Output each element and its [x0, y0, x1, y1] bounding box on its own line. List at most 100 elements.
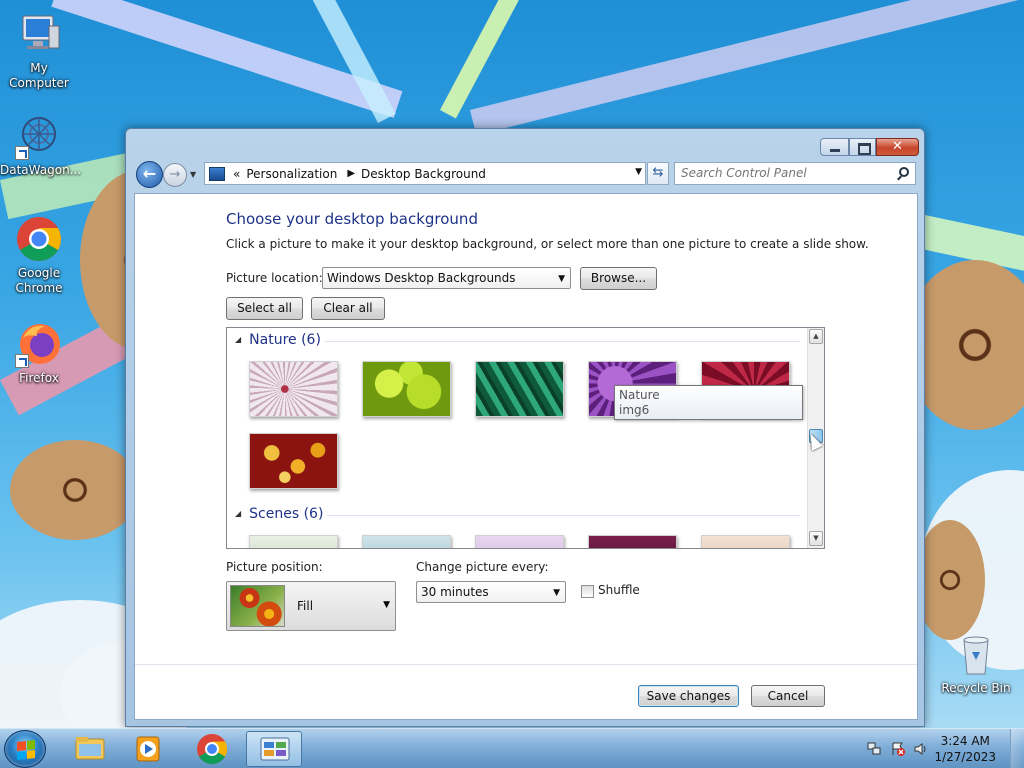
forward-button[interactable]: →: [163, 163, 187, 187]
wallpaper-thumbnail[interactable]: [475, 535, 564, 548]
chrome-icon: [197, 734, 228, 765]
save-changes-button[interactable]: Save changes: [638, 685, 739, 707]
wallpaper-thumbnail[interactable]: [475, 361, 564, 417]
chevron-down-icon: ▼: [558, 274, 565, 284]
picture-location-value: Windows Desktop Backgrounds: [327, 271, 516, 285]
group-name: Nature (6): [249, 332, 321, 348]
shortcut-arrow-icon: [15, 354, 29, 368]
scroll-up-icon: ▲: [813, 332, 819, 340]
address-bar[interactable]: « Personalization ▶ Desktop Background ▼: [204, 162, 646, 185]
desktop-icon-datawagon[interactable]: DataWagon...: [0, 112, 81, 178]
minimize-button[interactable]: [820, 138, 849, 156]
footer-divider: [135, 664, 917, 665]
refresh-button[interactable]: ⇆: [647, 162, 669, 185]
change-interval-value: 30 minutes: [421, 585, 489, 599]
desktop-icon-label: Firefox: [19, 371, 59, 385]
main-content: Choose your desktop background Click a p…: [134, 193, 918, 720]
breadcrumb-personalization[interactable]: Personalization: [246, 167, 337, 181]
firefox-icon: [15, 320, 63, 368]
group-name: Scenes (6): [249, 506, 324, 522]
wallpaper-thumbnail[interactable]: [249, 433, 338, 489]
system-clock[interactable]: 3:24 AM 1/27/2023: [934, 733, 996, 765]
change-interval-select[interactable]: 30 minutes ▼: [416, 581, 566, 603]
computer-icon: [15, 10, 63, 58]
picture-position-value: Fill: [297, 599, 314, 613]
scroll-up-button[interactable]: ▲: [809, 329, 823, 344]
search-input[interactable]: [681, 163, 891, 183]
thumbnail-tooltip: Nature img6: [614, 385, 803, 420]
start-button[interactable]: [4, 730, 46, 768]
close-button[interactable]: ✕: [876, 138, 919, 156]
group-divider: [325, 341, 800, 342]
back-arrow-icon: ←: [142, 164, 157, 183]
picture-position-label: Picture position:: [226, 560, 323, 574]
taskbar-chrome[interactable]: [184, 731, 240, 767]
change-picture-label: Change picture every:: [416, 560, 549, 574]
explorer-icon: [75, 737, 105, 760]
tooltip-filename: img6: [619, 403, 650, 417]
close-icon: ✕: [892, 139, 903, 154]
select-all-button[interactable]: Select all: [226, 297, 303, 320]
page-description: Click a picture to make it your desktop …: [226, 237, 869, 251]
search-icon[interactable]: [899, 167, 909, 177]
chrome-icon: [15, 215, 63, 263]
taskbar: 3:24 AM 1/27/2023: [0, 728, 1024, 768]
breadcrumb-desktop-background[interactable]: Desktop Background: [361, 167, 486, 181]
picture-position-select[interactable]: Fill ▼: [226, 581, 396, 631]
cancel-button[interactable]: Cancel: [751, 685, 825, 707]
breadcrumb-separator-icon[interactable]: ▶: [347, 168, 355, 179]
action-center-icon[interactable]: [891, 742, 905, 756]
group-header-scenes[interactable]: ◢ Scenes (6): [235, 506, 323, 522]
wallpaper-thumbnail[interactable]: [362, 535, 451, 548]
wallpaper-thumbnail[interactable]: [362, 361, 451, 417]
volume-icon[interactable]: [914, 742, 928, 756]
light-ray: [470, 0, 1020, 136]
maximize-button[interactable]: [849, 138, 876, 156]
taskbar-control-panel[interactable]: [246, 731, 302, 767]
taskbar-explorer[interactable]: [62, 731, 118, 767]
browse-button[interactable]: Browse...: [580, 267, 657, 290]
desktop-background-window: ✕ ← → ▼ « Personalization ▶ Desktop Back…: [125, 128, 925, 727]
picture-location-label: Picture location:: [226, 271, 323, 285]
group-divider: [327, 515, 800, 516]
caption-buttons: ✕: [820, 138, 919, 156]
wallpaper-thumbnail[interactable]: [701, 535, 790, 548]
scroll-down-icon: ▼: [813, 534, 819, 542]
desktop-icon-my-computer[interactable]: My Computer: [0, 10, 78, 91]
group-header-nature[interactable]: ◢ Nature (6): [235, 332, 321, 348]
collapse-triangle-icon[interactable]: ◢: [235, 509, 241, 518]
control-panel-icon: [209, 166, 225, 181]
position-preview-thumbnail: [230, 585, 285, 627]
search-box[interactable]: [674, 162, 916, 185]
wallpaper-thumbnail[interactable]: [249, 535, 338, 548]
scroll-down-button[interactable]: ▼: [809, 531, 823, 546]
picture-location-select[interactable]: Windows Desktop Backgrounds ▼: [322, 267, 571, 289]
address-dropdown-icon[interactable]: ▼: [635, 167, 642, 177]
shuffle-checkbox[interactable]: [581, 585, 594, 598]
network-icon[interactable]: [867, 742, 881, 756]
taskbar-media-player[interactable]: [120, 731, 176, 767]
recycle-bin-icon: [952, 630, 1000, 678]
breadcrumb-overflow[interactable]: «: [233, 167, 240, 181]
datawagon-icon: [15, 112, 63, 160]
media-player-icon: [136, 736, 160, 762]
shuffle-label[interactable]: Shuffle: [598, 583, 640, 597]
recent-pages-dropdown[interactable]: ▼: [190, 170, 196, 179]
page-title: Choose your desktop background: [226, 210, 478, 228]
tooltip-title: Nature: [619, 388, 660, 402]
desktop-icon-google-chrome[interactable]: Google Chrome: [0, 215, 78, 296]
desktop-icon-recycle-bin[interactable]: Recycle Bin: [937, 630, 1015, 696]
chevron-down-icon: ▼: [553, 588, 560, 598]
show-desktop-button[interactable]: [1010, 729, 1024, 768]
chevron-down-icon: ▼: [383, 600, 390, 610]
collapse-triangle-icon[interactable]: ◢: [235, 335, 241, 344]
back-button[interactable]: ←: [136, 161, 163, 188]
wallpaper-thumbnail[interactable]: [588, 535, 677, 548]
control-panel-icon: [260, 737, 290, 761]
clock-date: 1/27/2023: [934, 750, 996, 764]
wallpaper-thumbnail[interactable]: [249, 361, 338, 417]
shortcut-arrow-icon: [15, 146, 29, 160]
clear-all-button[interactable]: Clear all: [311, 297, 385, 320]
picture-gallery: ◢ Nature (6) Nature img6 ◢ Scenes (6) ▲: [226, 327, 825, 549]
desktop-icon-firefox[interactable]: Firefox: [0, 320, 78, 386]
